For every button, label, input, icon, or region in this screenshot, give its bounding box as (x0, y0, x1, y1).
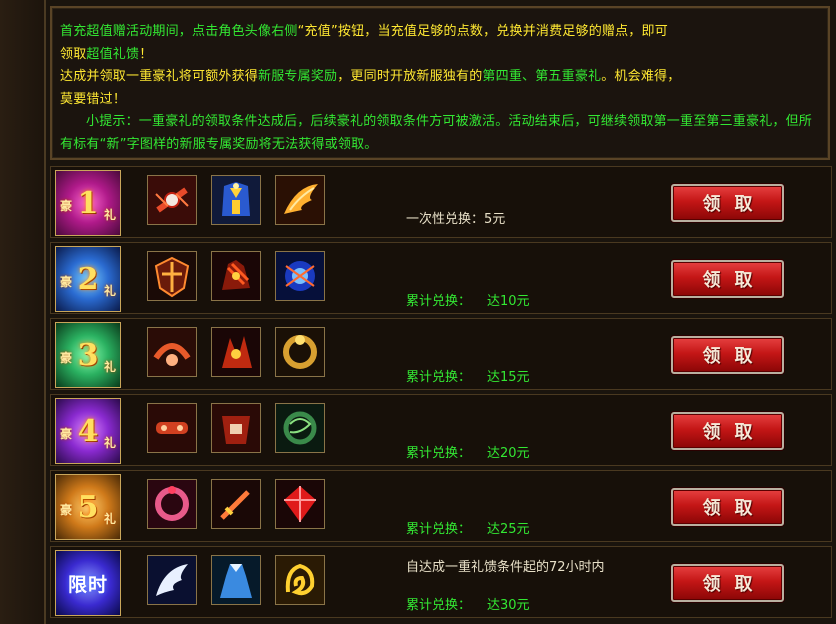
tier-condition-5: 累计兑换： 达25元 (406, 522, 530, 537)
shield-icon[interactable] (147, 251, 197, 301)
tier-condition-3: 累计兑换： 达15元 (406, 370, 530, 385)
tier-badge-4: 豪 4 礼 (55, 398, 121, 464)
belt-icon[interactable] (211, 403, 261, 453)
claim-button-2[interactable]: 领取 (671, 260, 784, 298)
claim-button-1[interactable]: 领取 (671, 184, 784, 222)
tier-badge-3: 豪 3 礼 (55, 322, 121, 388)
notice-tip: 小提示：一重豪礼的领取条件达成后，后续豪礼的领取条件方可被激活。活动结束后，可继… (60, 114, 813, 152)
orb-icon[interactable] (275, 251, 325, 301)
claim-button-4[interactable]: 领取 (671, 412, 784, 450)
dragon-emblem-icon[interactable] (275, 555, 325, 605)
claim-button-3[interactable]: 领取 (671, 336, 784, 374)
left-panel-strip (0, 0, 46, 624)
limited-condition: 自达成一重礼馈条件起的72小时内 (406, 560, 605, 575)
claim-button-5[interactable]: 领取 (671, 488, 784, 526)
tier-badge-5: 豪 5 礼 (55, 474, 121, 540)
tier-badge-limited: 限时 (55, 550, 121, 616)
tier-condition-4: 累计兑换： 达20元 (406, 446, 530, 461)
claim-button-limited[interactable]: 领取 (671, 564, 784, 602)
ring-icon[interactable] (275, 327, 325, 377)
reward-tier-2: 豪 2 礼 累计兑换： 达10元 领取 (50, 242, 832, 314)
dragon-ring-icon[interactable] (275, 403, 325, 453)
reward-tier-1: 豪 1 礼 一次性兑换：5元 领取 (50, 166, 832, 238)
dress-icon[interactable] (211, 555, 261, 605)
armor-icon[interactable] (211, 175, 261, 225)
tier-condition-2: 累计兑换： 达10元 (406, 294, 530, 309)
reward-tier-5: 豪 5 礼 累计兑换： 达25元 领取 (50, 470, 832, 542)
bracelet-icon[interactable] (147, 479, 197, 529)
bracelet-icon[interactable] (147, 175, 197, 225)
tier-condition-1: 一次性兑换：5元 (406, 212, 506, 227)
gem-icon[interactable] (275, 479, 325, 529)
reward-tier-limited: 限时 自达成一重礼馈条件起的72小时内 累计兑换： 达30元 领取 (50, 546, 832, 618)
white-wing-icon[interactable] (147, 555, 197, 605)
wing-icon[interactable] (275, 175, 325, 225)
notice-line-4: 莫要错过！ (60, 91, 127, 107)
reward-tier-4: 豪 4 礼 累计兑换： 达20元 领取 (50, 394, 832, 466)
notice-line-3: 达成并领取一重豪礼将可额外获得新服专属奖励，更同时开放新服独有的第四重、第五重豪… (60, 69, 681, 84)
gauntlet-icon[interactable] (211, 251, 261, 301)
event-notice: 首充超值赠活动期间，点击角色头像右侧“充值”按钮，当充值足够的点数，兑换并消费足… (50, 6, 830, 160)
tier-badge-1: 豪 1 礼 (55, 170, 121, 236)
necklace-icon[interactable] (147, 327, 197, 377)
notice-line-2: 领取超值礼馈！ (60, 46, 153, 62)
reward-tier-3: 豪 3 礼 累计兑换： 达15元 领取 (50, 318, 832, 390)
bracelet-icon[interactable] (147, 403, 197, 453)
tier-condition-6: 累计兑换： 达30元 (406, 598, 530, 613)
tier-badge-2: 豪 2 礼 (55, 246, 121, 312)
claw-icon[interactable] (211, 327, 261, 377)
notice-line-1: 首充超值赠活动期间，点击角色头像右侧“充值”按钮，当充值足够的点数，兑换并消费足… (60, 24, 668, 39)
sword-icon[interactable] (211, 479, 261, 529)
